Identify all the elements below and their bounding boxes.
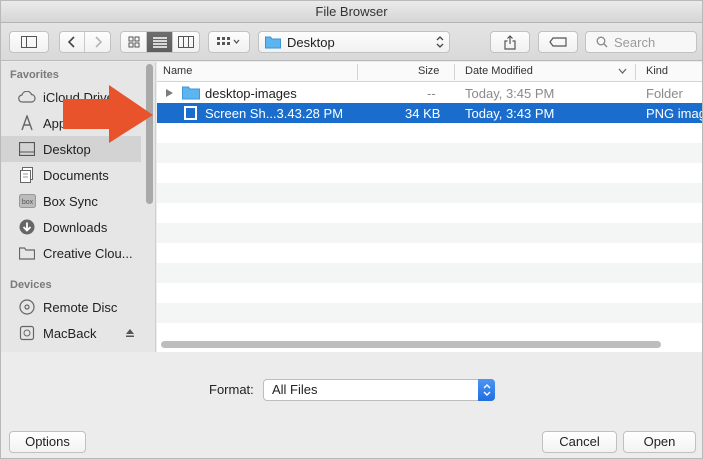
file-kind: Folder xyxy=(646,86,683,101)
file-kind: PNG image xyxy=(646,106,702,121)
desktop-icon xyxy=(18,140,36,158)
file-size: -- xyxy=(427,86,436,101)
favorites-heading: Favorites xyxy=(10,69,59,81)
folder-icon xyxy=(265,36,281,48)
search-placeholder: Search xyxy=(614,34,656,50)
documents-icon xyxy=(18,166,36,184)
svg-text:box: box xyxy=(21,199,33,206)
empty-row xyxy=(157,323,702,343)
sidebar-item-box-sync[interactable]: box Box Sync xyxy=(1,188,141,214)
annotation-arrow-icon xyxy=(63,85,153,143)
empty-row xyxy=(157,203,702,223)
open-button[interactable]: Open xyxy=(623,431,696,453)
sidebar-toggle-button[interactable] xyxy=(9,31,49,53)
window-title: File Browser xyxy=(1,1,702,23)
table-row[interactable]: desktop-images -- Today, 3:45 PM Folder xyxy=(157,83,702,103)
column-header-kind[interactable]: Kind xyxy=(646,65,668,77)
file-date: Today, 3:45 PM xyxy=(465,86,555,101)
file-browser-window: File Browser Desktop Search Favorites iC… xyxy=(0,0,703,459)
view-mode-switcher xyxy=(120,31,200,53)
format-stepper[interactable] xyxy=(478,379,495,401)
sidebar-item-label: Documents xyxy=(43,167,109,183)
updown-chevron-icon xyxy=(483,384,490,396)
empty-row xyxy=(157,123,702,143)
box-icon: box xyxy=(18,192,36,210)
empty-row xyxy=(157,283,702,303)
empty-row xyxy=(157,243,702,263)
empty-row xyxy=(157,163,702,183)
sidebar-icon xyxy=(21,36,37,48)
disclosure-triangle-icon[interactable] xyxy=(166,89,173,97)
share-icon xyxy=(504,34,516,50)
empty-row xyxy=(157,223,702,243)
sidebar-item-documents[interactable]: Documents xyxy=(1,162,141,188)
grid-icon xyxy=(128,36,139,48)
empty-row xyxy=(157,303,702,323)
eject-icon[interactable] xyxy=(125,328,135,338)
column-header-name[interactable]: Name xyxy=(163,65,192,77)
file-name: desktop-images xyxy=(205,86,297,101)
share-button[interactable] xyxy=(490,31,530,53)
cloud-icon xyxy=(18,88,36,106)
horizontal-scrollbar[interactable] xyxy=(161,341,661,348)
cancel-button[interactable]: Cancel xyxy=(542,431,617,453)
folder-icon xyxy=(182,86,200,100)
sidebar-item-label: Creative Clou... xyxy=(43,245,133,261)
chevron-down-icon xyxy=(618,68,627,74)
format-select[interactable]: All Files xyxy=(263,379,495,401)
search-icon xyxy=(596,36,608,48)
list-view-button[interactable] xyxy=(147,32,173,52)
downloads-icon xyxy=(18,218,36,236)
empty-row xyxy=(157,263,702,283)
format-label: Format: xyxy=(209,382,254,397)
file-list: Name Size Date Modified Kind desktop-ima… xyxy=(157,62,702,352)
sidebar-item-creative-cloud[interactable]: Creative Clou... xyxy=(1,240,141,266)
devices-heading: Devices xyxy=(10,279,52,291)
sidebar-item-downloads[interactable]: Downloads xyxy=(1,214,141,240)
file-size: 34 KB xyxy=(405,106,441,121)
sidebar-item-label: Box Sync xyxy=(43,193,98,209)
empty-row xyxy=(157,143,702,163)
sidebar-item-remote-disc[interactable]: Remote Disc xyxy=(1,294,141,320)
toolbar: Desktop Search xyxy=(1,23,702,61)
column-view-button[interactable] xyxy=(173,32,199,52)
forward-button[interactable] xyxy=(85,32,110,52)
navigation-buttons xyxy=(59,31,111,53)
column-header-date-modified[interactable]: Date Modified xyxy=(465,65,533,77)
tag-button[interactable] xyxy=(538,31,578,53)
format-value: All Files xyxy=(272,382,318,397)
empty-row xyxy=(157,183,702,203)
sidebar-item-label: MacBack xyxy=(43,325,97,341)
chevron-left-icon xyxy=(68,36,75,48)
options-button[interactable]: Options xyxy=(9,431,86,453)
icon-view-button[interactable] xyxy=(121,32,147,52)
search-field[interactable]: Search xyxy=(585,31,697,53)
back-button[interactable] xyxy=(60,32,86,52)
list-icon xyxy=(152,37,167,48)
sidebar-item-macback[interactable]: MacBack xyxy=(1,320,141,346)
tag-icon xyxy=(549,37,567,47)
location-select[interactable]: Desktop xyxy=(258,31,450,53)
updown-chevron-icon xyxy=(436,36,444,48)
image-file-icon xyxy=(184,106,197,120)
chevron-right-icon xyxy=(94,36,102,48)
column-header-size[interactable]: Size xyxy=(418,65,439,77)
arrange-grid-icon xyxy=(217,37,240,45)
file-name: Screen Sh...3.43.28 PM xyxy=(205,106,344,121)
sidebar-item-label: Remote Disc xyxy=(43,299,118,315)
applications-icon xyxy=(18,114,36,132)
disc-icon xyxy=(18,298,36,316)
file-date: Today, 3:43 PM xyxy=(465,106,555,121)
drive-icon xyxy=(18,324,36,342)
sidebar-item-label: Downloads xyxy=(43,219,108,235)
file-rows: desktop-images -- Today, 3:45 PM Folder … xyxy=(157,83,702,343)
location-label: Desktop xyxy=(287,34,335,50)
table-row[interactable]: Screen Sh...3.43.28 PM 34 KB Today, 3:43… xyxy=(157,103,702,123)
arrange-button[interactable] xyxy=(208,31,250,53)
columns-icon xyxy=(178,36,194,48)
column-header: Name Size Date Modified Kind xyxy=(157,62,702,82)
folder-icon xyxy=(18,244,36,262)
